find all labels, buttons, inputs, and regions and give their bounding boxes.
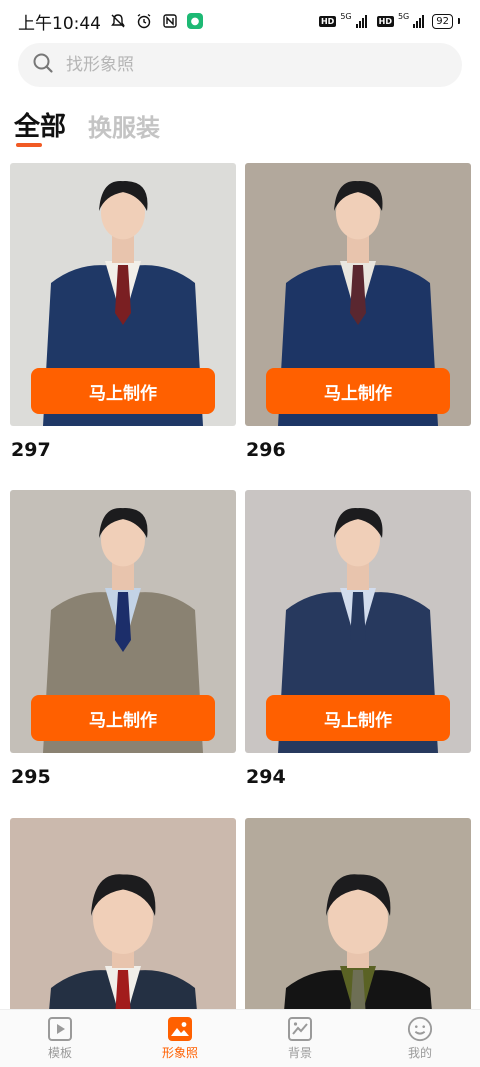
battery-icon: 92 bbox=[432, 13, 453, 29]
nav-label: 我的 bbox=[407, 1046, 432, 1060]
make-now-button[interactable]: 马上制作 bbox=[31, 368, 215, 414]
template-photo[interactable]: 马上制作 bbox=[245, 163, 471, 426]
battery-level: 92 bbox=[436, 15, 449, 27]
make-now-button[interactable]: 马上制作 bbox=[266, 368, 450, 414]
signal-icon-2 bbox=[413, 14, 425, 28]
hd-badge-2: HD bbox=[376, 15, 394, 27]
template-card[interactable]: 马上制作 295 bbox=[10, 490, 236, 788]
tab-all[interactable]: 全部 bbox=[14, 106, 66, 143]
template-card[interactable]: 马上制作 297 bbox=[10, 163, 236, 461]
template-photo[interactable]: 马上制作 bbox=[245, 490, 471, 753]
nfc-icon bbox=[161, 12, 179, 30]
nav-item-templates[interactable]: 模板 bbox=[0, 1010, 120, 1067]
make-now-button[interactable]: 马上制作 bbox=[31, 695, 215, 741]
status-right: HD 5G HD 5G 92 bbox=[318, 11, 460, 29]
signal-icon bbox=[355, 14, 367, 28]
template-card[interactable]: 马上制作 294 bbox=[245, 490, 471, 788]
alarm-icon bbox=[135, 12, 153, 30]
play-template-icon bbox=[47, 1016, 73, 1042]
make-now-button[interactable]: 马上制作 bbox=[266, 695, 450, 741]
nav-label: 形象照 bbox=[161, 1046, 198, 1060]
template-number: 294 bbox=[246, 766, 286, 788]
category-tabs: 全部 换服装 bbox=[14, 106, 160, 143]
template-number: 295 bbox=[11, 766, 51, 788]
network-type-1: 5G bbox=[340, 11, 352, 21]
nav-label: 模板 bbox=[47, 1046, 72, 1060]
search-icon bbox=[32, 52, 54, 78]
image-photo-icon bbox=[167, 1016, 193, 1042]
nav-item-background[interactable]: 背景 bbox=[240, 1010, 360, 1067]
mute-icon bbox=[109, 12, 127, 30]
tab-change-clothes[interactable]: 换服装 bbox=[88, 108, 160, 143]
battery-tip bbox=[458, 18, 460, 24]
status-left: 上午10:44 ● bbox=[18, 9, 203, 34]
template-photo[interactable]: 马上制作 bbox=[10, 163, 236, 426]
nav-item-portraits[interactable]: 形象照 bbox=[120, 1010, 240, 1067]
nav-label: 背景 bbox=[287, 1046, 312, 1060]
status-time: 上午10:44 bbox=[18, 13, 101, 34]
template-photo[interactable]: 马上制作 bbox=[10, 490, 236, 753]
bottom-navigation: 模板 形象照 背景 我的 bbox=[0, 1009, 480, 1067]
hd-badge: HD bbox=[318, 15, 337, 27]
search-input[interactable] bbox=[66, 55, 426, 75]
status-bar: 上午10:44 ● HD 5G HD 5G 92 bbox=[0, 0, 480, 42]
nav-item-profile[interactable]: 我的 bbox=[360, 1010, 480, 1067]
network-type-2: 5G bbox=[397, 11, 410, 21]
app-notification-icon: ● bbox=[187, 13, 203, 29]
template-number: 297 bbox=[11, 439, 51, 461]
template-card[interactable]: 马上制作 296 bbox=[245, 163, 471, 461]
search-bar[interactable] bbox=[18, 43, 462, 87]
template-number: 296 bbox=[246, 439, 286, 461]
background-chart-icon bbox=[287, 1016, 313, 1042]
active-tab-indicator bbox=[16, 143, 42, 147]
smiley-profile-icon bbox=[407, 1016, 433, 1042]
